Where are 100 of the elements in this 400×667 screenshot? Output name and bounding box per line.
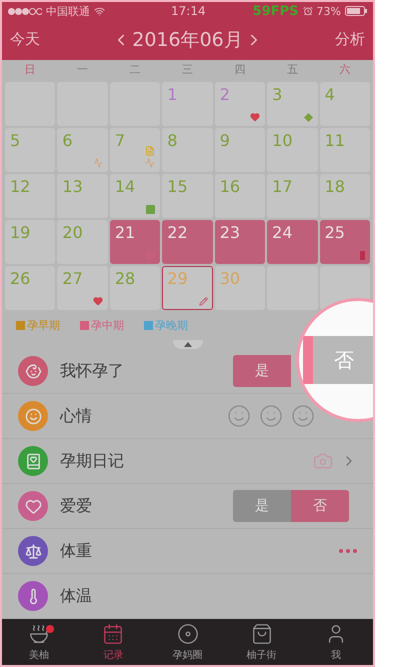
collapse-handle[interactable] [172, 340, 202, 350]
carrier: 中国联通 [46, 4, 90, 19]
chart-icon [92, 158, 103, 168]
tab[interactable]: 孕妈圈 [150, 619, 225, 665]
diamond-icon [304, 112, 313, 122]
day-number: 26 [10, 268, 30, 288]
day-number: 2 [220, 84, 230, 104]
calendar-day[interactable]: 19 [5, 220, 56, 264]
calendar-day[interactable]: 10 [267, 128, 318, 172]
day-number: 3 [272, 84, 282, 104]
calendar-day[interactable]: 27 [57, 266, 108, 310]
analysis-button[interactable]: 分析 [335, 30, 365, 50]
day-number: 24 [272, 222, 292, 242]
chart-icon [145, 158, 156, 168]
weekday-label: 一 [76, 62, 90, 78]
weekday-label: 四 [233, 62, 246, 78]
pencil-icon [198, 296, 208, 306]
day-number: 4 [324, 84, 335, 104]
day-number: 11 [324, 130, 345, 150]
day-number: 21 [114, 222, 136, 242]
calendar-day[interactable]: 6 [57, 128, 108, 172]
calendar-day[interactable]: 8 [162, 128, 213, 172]
today-button[interactable]: 今天 [10, 30, 40, 50]
mood-face-icon[interactable] [227, 404, 251, 428]
alarm-icon [302, 6, 313, 16]
day-number: 9 [220, 130, 230, 150]
calendar-day[interactable]: 2 [214, 82, 266, 126]
record-label: 我怀孕了 [60, 360, 124, 382]
day-number: 1 [167, 84, 178, 104]
calendar-day[interactable]: 11 [320, 128, 370, 172]
calendar-day[interactable]: 12 [5, 174, 56, 218]
day-number: 18 [324, 176, 345, 196]
day-number: 13 [62, 176, 83, 196]
record-label: 爱爱 [60, 496, 92, 517]
calendar-day[interactable]: 22 [162, 220, 213, 264]
calendar-day[interactable]: 4 [320, 82, 370, 126]
time: 17:14 [171, 4, 206, 18]
more-icon[interactable] [339, 549, 357, 554]
triangle-icon [184, 342, 192, 348]
calendar-day[interactable]: 20 [57, 220, 108, 264]
toggle-option[interactable]: 是 [233, 355, 291, 388]
legend-label: 孕中期 [91, 318, 124, 334]
toggle-option[interactable]: 否 [291, 490, 349, 522]
legend-label: 孕晚期 [155, 318, 188, 334]
calendar-day[interactable]: 14 [110, 174, 160, 218]
mood-face-icon[interactable] [291, 404, 315, 428]
weekday-label: 五 [286, 62, 299, 78]
camera-icon[interactable] [313, 451, 333, 472]
heart-icon [92, 296, 103, 306]
weekday-label: 三 [180, 62, 194, 78]
calendar-day[interactable]: 21 [110, 220, 160, 264]
no-option[interactable]: 否 [303, 336, 373, 384]
tab-icon [250, 622, 273, 645]
wifi-icon [94, 6, 105, 17]
weekday-label: 二 [128, 62, 142, 78]
calendar-day[interactable]: 29 [162, 266, 213, 310]
tab[interactable]: 我 [298, 619, 373, 665]
calendar-day[interactable]: 1 [162, 82, 213, 126]
day-number: 19 [10, 222, 30, 242]
calendar-day[interactable]: 5 [5, 128, 56, 172]
calendar-day[interactable]: 17 [267, 174, 318, 218]
day-number: 10 [272, 130, 292, 150]
toggle-option[interactable]: 是 [233, 490, 291, 522]
tab-icon [102, 622, 124, 645]
battery-percent: 73% [316, 4, 341, 18]
calendar-day[interactable]: 3 [267, 82, 318, 126]
day-number: 7 [114, 130, 126, 150]
tab[interactable]: 美柚 [2, 619, 76, 665]
calendar-day[interactable]: 28 [110, 266, 160, 310]
day-number: 22 [167, 222, 188, 242]
record-label: 心情 [60, 406, 92, 427]
calendar-day[interactable]: 25 [320, 220, 370, 264]
tab[interactable]: 记录 [76, 619, 150, 665]
mood-face-icon[interactable] [259, 404, 283, 428]
calendar-day[interactable]: 13 [57, 174, 108, 218]
calendar-day[interactable]: 16 [214, 174, 266, 218]
record-label: 体重 [60, 540, 92, 562]
heart-icon [250, 112, 260, 122]
tab[interactable]: 柚子街 [224, 619, 299, 665]
record-label: 体温 [60, 586, 92, 607]
bar-icon [360, 250, 365, 260]
weekday-label: 日 [24, 62, 37, 78]
day-number: 14 [114, 176, 136, 196]
day-number: 23 [220, 222, 240, 242]
calendar-day[interactable]: 7 [110, 128, 160, 172]
calendar-day[interactable]: 30 [214, 266, 266, 310]
calendar-day[interactable]: 26 [5, 266, 56, 310]
day-number: 8 [167, 130, 178, 150]
calendar-day[interactable]: 23 [214, 220, 266, 264]
record-label: 孕期日记 [60, 450, 124, 472]
calendar-day[interactable]: 9 [214, 128, 266, 172]
calendar-day[interactable]: 15 [162, 174, 213, 218]
calendar-day[interactable]: 18 [320, 174, 370, 218]
tab-icon [176, 622, 198, 645]
day-number: 25 [324, 222, 345, 242]
weekday-label: 六 [338, 62, 352, 78]
battery-icon [345, 6, 367, 16]
tab-icon [28, 622, 50, 645]
day-number: 20 [62, 222, 83, 242]
calendar-day[interactable]: 24 [267, 220, 318, 264]
